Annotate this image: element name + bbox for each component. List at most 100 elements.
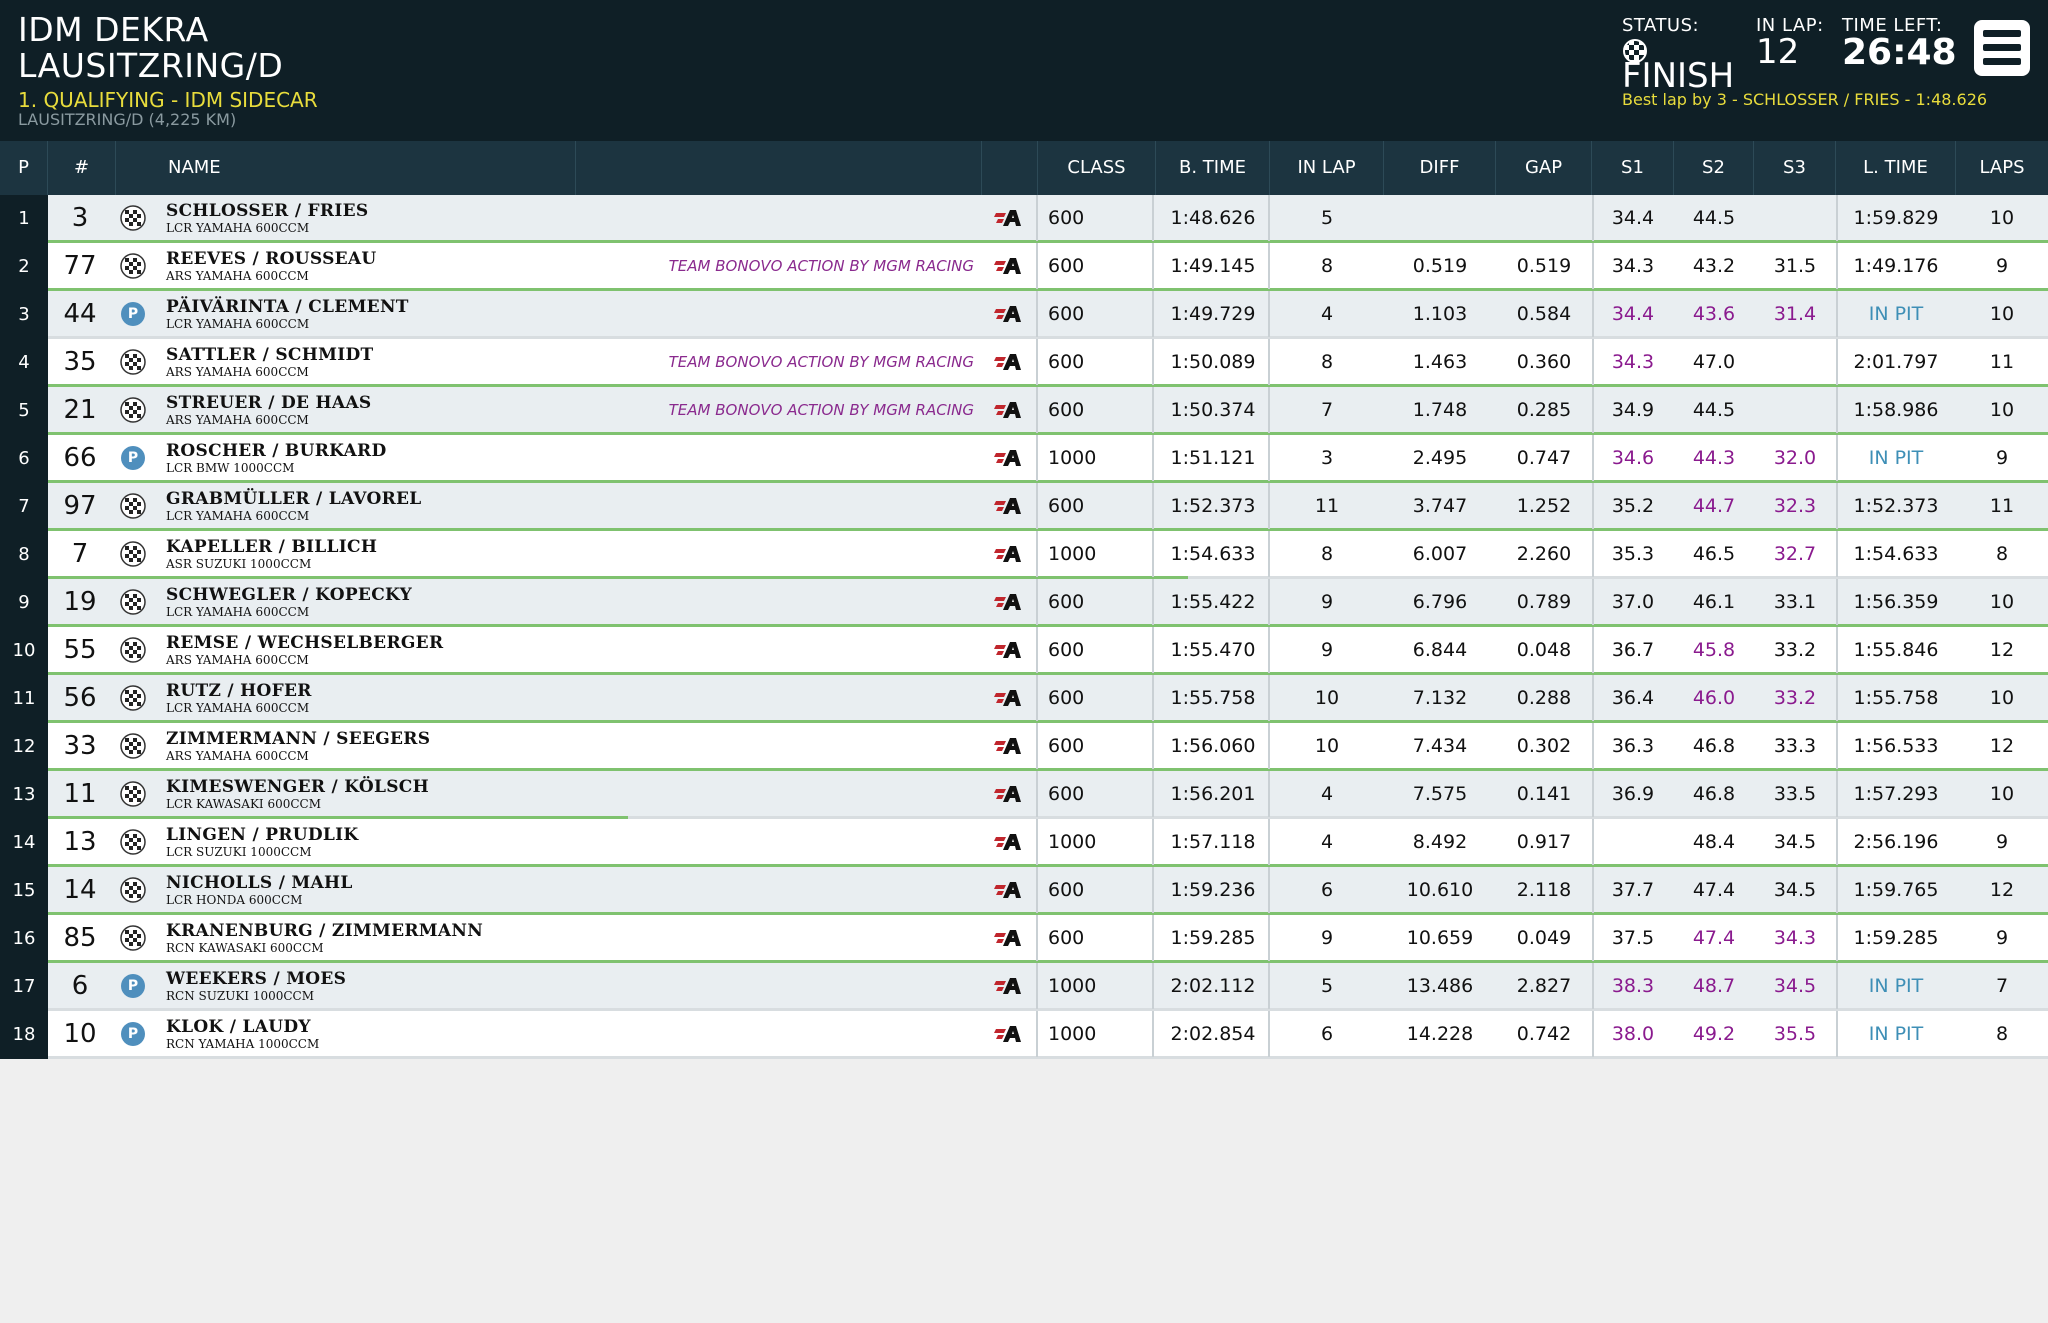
class-cell: 600: [1048, 879, 1085, 901]
tyre-brand-logo-icon: [994, 738, 1021, 754]
class-cell: 600: [1048, 255, 1085, 277]
table-row[interactable]: 10 55 REMSE / WECHSELBERGER ARS YAMAHA 600C…: [0, 627, 2048, 676]
table-row[interactable]: 14 13 LINGEN / PRUDLIK LCR SUZUKI 1000CCM 10…: [0, 819, 2048, 868]
tyre-brand-logo-icon: [994, 642, 1021, 658]
table-row[interactable]: 3 44 P PÄIVÄRINTA / CLEMENT LCR YAMAHA 600CC…: [0, 291, 2048, 339]
gap-cell: 0.302: [1516, 735, 1572, 757]
col-header-class[interactable]: CLASS: [1038, 141, 1156, 195]
table-row[interactable]: 1 3 SCHLOSSER / FRIES LCR YAMAHA 600CCM 600 1…: [0, 195, 2048, 244]
sector1-cell: 36.4: [1611, 687, 1655, 709]
tyre-brand-logo-icon: [994, 594, 1021, 610]
best-time-cell: 1:59.285: [1170, 927, 1256, 949]
pit-icon: P: [121, 974, 145, 998]
col-header-diff[interactable]: DIFF: [1384, 141, 1496, 195]
col-header-position[interactable]: P: [0, 141, 48, 195]
diff-cell: 10.610: [1406, 879, 1474, 901]
rider-names: ZIMMERMANN / SEEGERS: [166, 729, 431, 749]
bike-info: LCR YAMAHA 600CCM: [166, 605, 310, 619]
in-lap-cell: 6: [1320, 1023, 1334, 1045]
sector3-cell: [1754, 339, 1836, 385]
rider-names: PÄIVÄRINTA / CLEMENT: [166, 297, 409, 317]
bike-info: LCR BMW 1000CCM: [166, 461, 295, 475]
gap-cell: 0.789: [1516, 591, 1572, 613]
sector2-cell: 49.2: [1692, 1023, 1736, 1045]
race-number: 6: [71, 971, 89, 1001]
laps-cell: 10: [1989, 399, 2015, 421]
last-time-cell: 1:55.758: [1853, 687, 1939, 709]
col-header-s2[interactable]: S2: [1674, 141, 1754, 195]
table-row[interactable]: 2 77 REEVES / ROUSSEAU ARS YAMAHA 600CCM TEA…: [0, 243, 2048, 292]
col-header-best-time[interactable]: B. TIME: [1156, 141, 1270, 195]
checkered-flag-icon: [120, 637, 146, 663]
checkered-flag-icon: [120, 925, 146, 951]
col-header-name[interactable]: NAME: [116, 141, 576, 195]
col-header-laps[interactable]: LAPS: [1956, 141, 2048, 195]
best-time-cell: 1:52.373: [1170, 495, 1256, 517]
col-header-gap[interactable]: GAP: [1496, 141, 1592, 195]
class-cell: 1000: [1048, 975, 1097, 997]
checkered-flag-icon: [120, 685, 146, 711]
rider-names: SCHLOSSER / FRIES: [166, 201, 369, 221]
table-row[interactable]: 6 66 P ROSCHER / BURKARD LCR BMW 1000CCM 1000…: [0, 435, 2048, 484]
table-row[interactable]: 13 11 KIMESWENGER / KÖLSCH LCR KAWASAKI 600…: [0, 771, 2048, 820]
in-lap-cell: 8: [1320, 351, 1334, 373]
class-cell: 600: [1048, 639, 1085, 661]
class-cell: 600: [1048, 399, 1085, 421]
sector1-cell: 35.2: [1611, 495, 1655, 517]
laps-cell: 10: [1989, 303, 2015, 325]
hamburger-menu-icon[interactable]: [1974, 20, 2030, 76]
checkered-flag-icon: [120, 253, 146, 279]
table-row[interactable]: 4 35 SATTLER / SCHMIDT ARS YAMAHA 600CCM TEA…: [0, 339, 2048, 388]
sector1-cell: 34.3: [1611, 255, 1655, 277]
tyre-brand-logo-icon: [994, 1026, 1021, 1042]
in-lap-cell: 4: [1320, 783, 1334, 805]
table-row[interactable]: 8 7 KAPELLER / BILLICH ASR SUZUKI 1000CCM 10…: [0, 531, 2048, 580]
sector1-cell: 37.0: [1611, 591, 1655, 613]
race-number: 33: [63, 731, 97, 761]
table-row[interactable]: 9 19 SCHWEGLER / KOPECKY LCR YAMAHA 600CCM 6…: [0, 579, 2048, 628]
col-header-number[interactable]: #: [48, 141, 116, 195]
col-header-last-time[interactable]: L. TIME: [1836, 141, 1956, 195]
position-cell: 14: [0, 819, 48, 867]
position-cell: 12: [0, 723, 48, 771]
position-cell: 5: [0, 387, 48, 435]
best-time-cell: 1:51.121: [1170, 447, 1256, 469]
last-time-cell: 1:55.846: [1853, 639, 1939, 661]
best-time-cell: 1:56.201: [1170, 783, 1256, 805]
table-row[interactable]: 7 97 GRABMÜLLER / LAVOREL LCR YAMAHA 600CCM…: [0, 483, 2048, 532]
in-lap-cell: 11: [1314, 495, 1340, 517]
gap-cell: [1496, 195, 1592, 241]
gap-cell: 0.917: [1516, 831, 1572, 853]
table-row[interactable]: 12 33 ZIMMERMANN / SEEGERS ARS YAMAHA 600CC…: [0, 723, 2048, 772]
class-cell: 600: [1048, 495, 1085, 517]
table-row[interactable]: 15 14 NICHOLLS / MAHL LCR HONDA 600CCM 600 1:…: [0, 867, 2048, 916]
rider-names: LINGEN / PRUDLIK: [166, 825, 359, 845]
bike-info: RCN KAWASAKI 600CCM: [166, 941, 324, 955]
sector3-cell: 31.5: [1773, 255, 1817, 277]
in-lap-cell: 9: [1320, 927, 1334, 949]
best-time-cell: 1:50.374: [1170, 399, 1256, 421]
last-time-cell: 2:01.797: [1853, 351, 1939, 373]
col-header-s3[interactable]: S3: [1754, 141, 1836, 195]
diff-cell: 7.434: [1412, 735, 1468, 757]
in-lap-cell: 9: [1320, 591, 1334, 613]
sector3-cell: 33.1: [1773, 591, 1817, 613]
position-cell: 15: [0, 867, 48, 915]
laps-cell: 11: [1989, 351, 2015, 373]
laps-cell: 10: [1989, 687, 2015, 709]
sector3-cell: 34.5: [1773, 975, 1817, 997]
table-row[interactable]: 18 10 P KLOK / LAUDY RCN YAMAHA 1000CCM 1000 2…: [0, 1011, 2048, 1059]
diff-cell: [1384, 195, 1496, 241]
position-cell: 8: [0, 531, 48, 579]
col-header-s1[interactable]: S1: [1592, 141, 1674, 195]
position-cell: 3: [0, 291, 48, 339]
gap-cell: 0.285: [1516, 399, 1572, 421]
table-row[interactable]: 11 56 RUTZ / HOFER LCR YAMAHA 600CCM 600 1:55…: [0, 675, 2048, 724]
sector2-cell: 47.4: [1692, 927, 1736, 949]
table-row[interactable]: 5 21 STREUER / DE HAAS ARS YAMAHA 600CCM TEA…: [0, 387, 2048, 436]
table-row[interactable]: 17 6 P WEEKERS / MOES RCN SUZUKI 1000CCM 1000…: [0, 963, 2048, 1011]
table-row[interactable]: 16 85 KRANENBURG / ZIMMERMANN RCN KAWASAKI …: [0, 915, 2048, 964]
col-header-in-lap[interactable]: IN LAP: [1270, 141, 1384, 195]
rider-names: ROSCHER / BURKARD: [166, 441, 387, 461]
race-number: 10: [63, 1019, 97, 1049]
